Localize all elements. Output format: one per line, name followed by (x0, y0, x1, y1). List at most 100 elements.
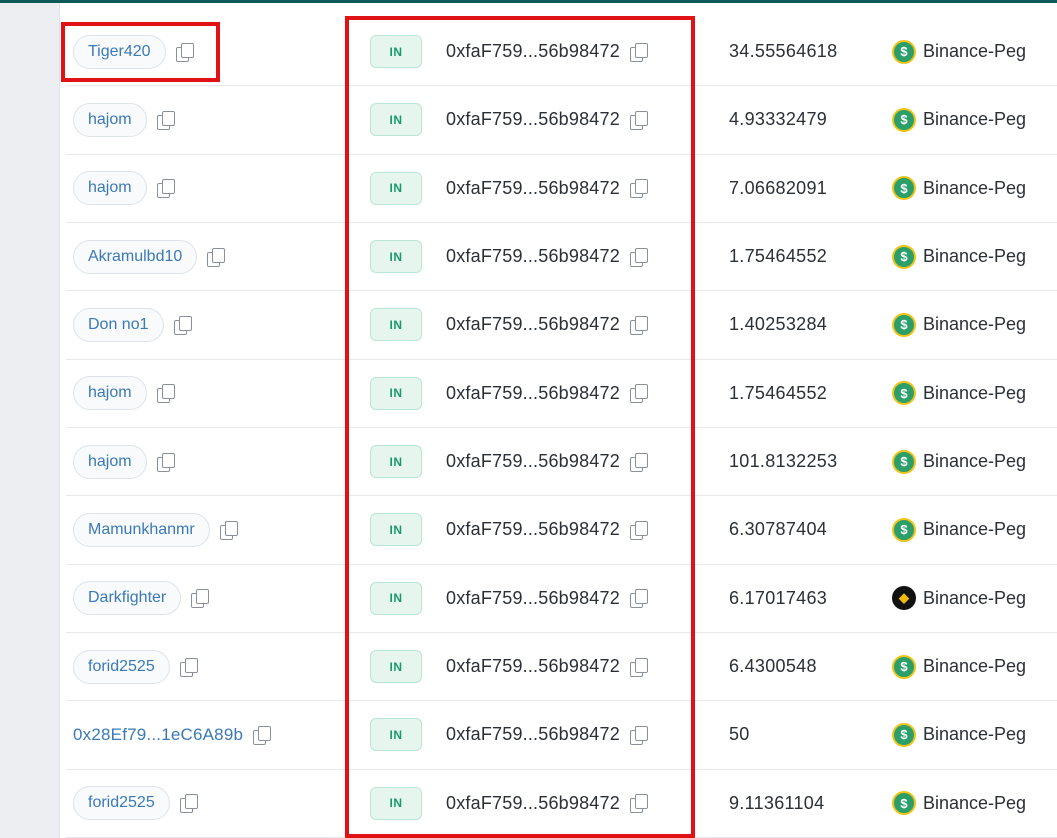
from-cell: Tiger420 (73, 18, 194, 85)
from-address-tag[interactable]: hajom (73, 102, 147, 137)
copy-icon[interactable] (206, 247, 226, 267)
token-cell[interactable]: $ Binance-Peg (892, 360, 1026, 427)
table-row: Darkfighter IN 0xfaF759...56b98472 6.170… (66, 565, 1057, 633)
to-cell: 0xfaF759...56b98472 (446, 155, 648, 222)
token-name[interactable]: Binance-Peg (923, 519, 1026, 540)
from-address-tag[interactable]: hajom (73, 444, 147, 479)
to-address: 0xfaF759...56b98472 (446, 587, 620, 608)
copy-icon[interactable] (629, 179, 648, 199)
token-cell[interactable]: $ Binance-Peg (892, 155, 1026, 222)
token-name[interactable]: Binance-Peg (923, 178, 1026, 199)
from-address-tag[interactable]: Don no1 (73, 307, 164, 342)
direction-cell: IN (370, 360, 422, 427)
from-address-tag[interactable]: Akramulbd10 (73, 239, 198, 274)
token-name[interactable]: Binance-Peg (923, 656, 1026, 677)
token-name[interactable]: Binance-Peg (923, 588, 1026, 609)
left-panel (0, 3, 60, 838)
token-cell[interactable]: $ Binance-Peg (892, 291, 1026, 358)
from-address-link[interactable]: 0x28Ef79...1eC6A89b (73, 725, 243, 745)
token-cell[interactable]: $ Binance-Peg (892, 496, 1026, 563)
direction-cell: IN (370, 291, 422, 358)
direction-cell: IN (370, 496, 422, 563)
direction-cell: IN (370, 701, 422, 768)
direction-badge: IN (370, 513, 422, 547)
from-address-tag[interactable]: forid2525 (73, 786, 170, 821)
direction-badge: IN (370, 718, 422, 752)
from-address-tag[interactable]: Tiger420 (73, 34, 166, 69)
copy-icon[interactable] (629, 384, 648, 404)
copy-icon[interactable] (629, 452, 648, 472)
copy-icon[interactable] (156, 384, 175, 404)
token-name[interactable]: Binance-Peg (923, 724, 1026, 745)
table-row: forid2525 IN 0xfaF759...56b98472 9.11361… (66, 770, 1057, 838)
from-address-tag[interactable]: forid2525 (73, 649, 170, 684)
dollar-coin-icon: $ (892, 722, 916, 747)
to-address: 0xfaF759...56b98472 (446, 382, 620, 403)
copy-icon[interactable] (156, 110, 175, 130)
direction-badge: IN (370, 581, 422, 615)
to-address: 0xfaF759...56b98472 (446, 246, 620, 267)
copy-icon[interactable] (156, 179, 175, 199)
amount-cell: 7.06682091 (729, 155, 827, 222)
amount-cell: 1.75464552 (729, 223, 827, 290)
direction-badge: IN (370, 240, 422, 274)
bnb-coin-icon: ◆ (892, 586, 916, 611)
copy-icon[interactable] (252, 725, 272, 745)
to-address: 0xfaF759...56b98472 (446, 41, 620, 62)
copy-icon[interactable] (629, 42, 648, 62)
copy-icon[interactable] (629, 794, 648, 814)
to-cell: 0xfaF759...56b98472 (446, 496, 648, 563)
from-address-tag[interactable]: hajom (73, 171, 147, 206)
to-cell: 0xfaF759...56b98472 (446, 291, 648, 358)
direction-cell: IN (370, 86, 422, 153)
token-cell[interactable]: $ Binance-Peg (892, 86, 1026, 153)
amount-value: 50 (729, 724, 750, 745)
copy-icon[interactable] (219, 520, 238, 540)
from-address-tag[interactable]: Darkfighter (73, 581, 182, 616)
token-cell[interactable]: $ Binance-Peg (892, 633, 1026, 700)
copy-icon[interactable] (629, 247, 648, 267)
token-cell[interactable]: $ Binance-Peg (892, 223, 1026, 290)
to-address: 0xfaF759...56b98472 (446, 177, 620, 198)
from-cell: hajom (73, 428, 175, 495)
copy-icon[interactable] (629, 589, 648, 609)
copy-icon[interactable] (190, 589, 210, 609)
token-name[interactable]: Binance-Peg (923, 246, 1026, 267)
token-cell[interactable]: ◆ Binance-Peg (892, 565, 1026, 632)
dollar-coin-icon: $ (892, 381, 916, 406)
token-name[interactable]: Binance-Peg (923, 451, 1026, 472)
direction-cell: IN (370, 223, 422, 290)
copy-icon[interactable] (629, 657, 648, 677)
copy-icon[interactable] (629, 315, 648, 335)
copy-icon[interactable] (179, 794, 198, 814)
token-name[interactable]: Binance-Peg (923, 109, 1026, 130)
token-cell[interactable]: $ Binance-Peg (892, 428, 1026, 495)
token-cell[interactable]: $ Binance-Peg (892, 18, 1026, 85)
copy-icon[interactable] (629, 725, 648, 745)
copy-icon[interactable] (629, 520, 648, 540)
from-address-tag[interactable]: hajom (73, 376, 147, 411)
copy-icon[interactable] (173, 315, 192, 335)
table-row: 0x28Ef79...1eC6A89b IN 0xfaF759...56b984… (66, 701, 1057, 770)
copy-icon[interactable] (175, 42, 194, 62)
copy-icon[interactable] (156, 452, 175, 472)
from-address-tag[interactable]: Mamunkhanmr (73, 512, 210, 547)
copy-icon[interactable] (179, 657, 198, 677)
token-cell[interactable]: $ Binance-Peg (892, 701, 1026, 768)
token-name[interactable]: Binance-Peg (923, 793, 1026, 814)
copy-icon[interactable] (629, 110, 648, 130)
to-cell: 0xfaF759...56b98472 (446, 428, 648, 495)
token-cell[interactable]: $ Binance-Peg (892, 770, 1026, 837)
token-name[interactable]: Binance-Peg (923, 41, 1026, 62)
token-name[interactable]: Binance-Peg (923, 314, 1026, 335)
token-name[interactable]: Binance-Peg (923, 383, 1026, 404)
amount-value: 6.4300548 (729, 656, 817, 677)
to-cell: 0xfaF759...56b98472 (446, 633, 648, 700)
amount-cell: 9.11361104 (729, 770, 824, 837)
to-cell: 0xfaF759...56b98472 (446, 565, 648, 632)
direction-cell: IN (370, 770, 422, 837)
table-row: hajom IN 0xfaF759...56b98472 101.8132253… (66, 428, 1057, 497)
direction-cell: IN (370, 155, 422, 222)
amount-value: 6.30787404 (729, 519, 828, 540)
table-row: Mamunkhanmr IN 0xfaF759...56b98472 6.307… (66, 496, 1057, 565)
